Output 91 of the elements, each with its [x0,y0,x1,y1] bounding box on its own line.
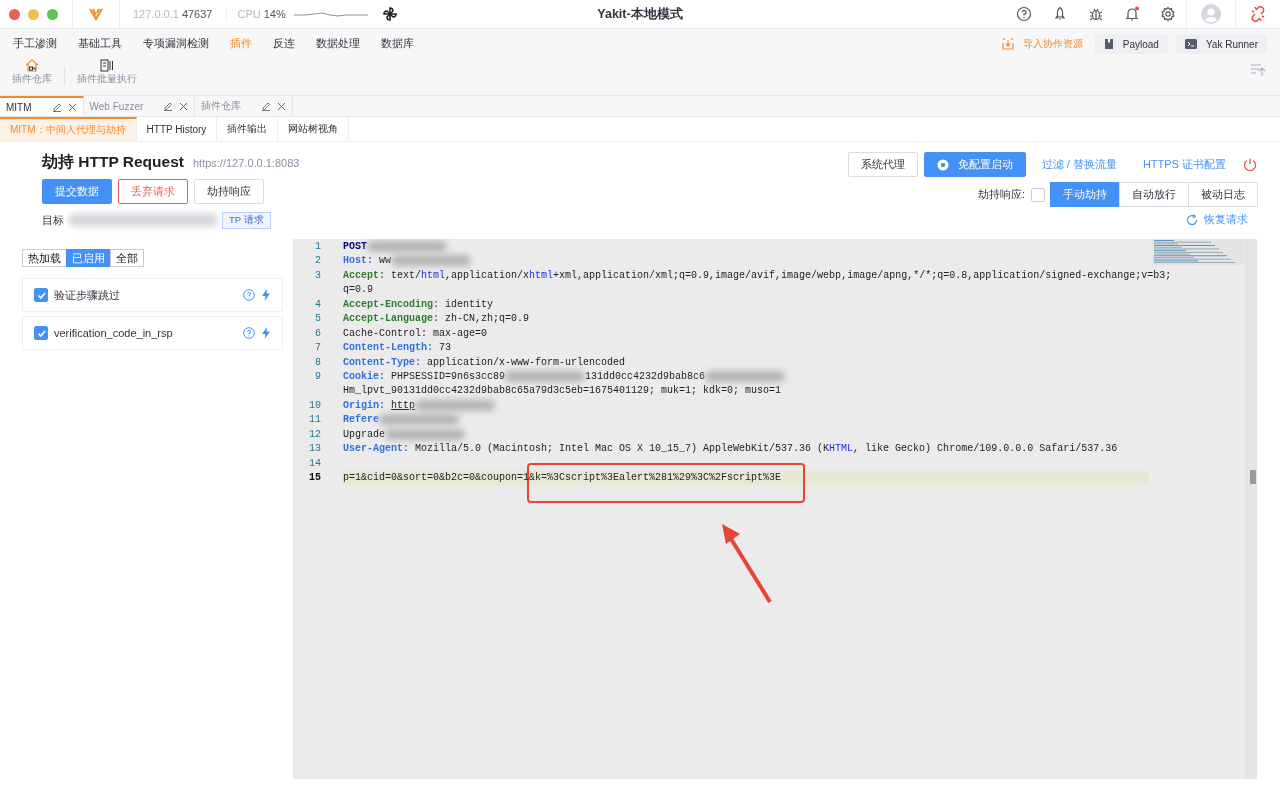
code-line: Host: ww [343,254,1149,269]
close-icon[interactable] [277,101,287,111]
browser-icon [936,158,949,171]
window-title: Yakit-本地模式 [597,6,683,21]
menu-item[interactable]: 反连 [273,37,295,51]
plugin-name: verification_code_in_rsp [54,327,174,339]
system-proxy-button[interactable]: 系统代理 [847,152,918,177]
store-house-icon [25,59,39,72]
maximize-button[interactable] [47,8,58,20]
download-tray-icon [1001,38,1014,50]
target-label: 目标 [42,212,64,228]
payload-button[interactable]: Payload [1094,34,1168,54]
line-number: 7 [314,341,321,356]
menu-item[interactable]: 专项漏洞检测 [143,37,209,51]
book-icon [1103,38,1114,50]
code-line: Refere [343,413,1149,428]
line-number: 3 [314,268,321,283]
hijack-response-button[interactable]: 劫持响应 [194,179,264,204]
code-line: q=0.9 [343,283,374,298]
help-icon[interactable] [1016,6,1032,22]
menu-item[interactable]: 手工渗测 [13,37,57,51]
page-tab[interactable]: MITM [0,96,84,116]
proxy-url: https://127.0.0.1:8083 [192,157,300,169]
line-number: 14 [308,456,321,471]
line-number: 13 [308,442,321,457]
terminal-icon [1184,38,1197,50]
power-icon[interactable] [1242,156,1258,173]
menu-item[interactable]: 数据处理 [316,37,360,51]
code-line: Accept-Language: zh-CN,zh;q=0.9 [343,312,531,327]
host-address: 127.0.0.1 [133,8,179,20]
line-number: 5 [314,312,321,327]
edit-pencil-icon[interactable] [51,102,62,112]
close-icon[interactable] [67,102,77,112]
mode-option[interactable]: 自动放行 [1119,182,1189,207]
line-number: 8 [314,355,321,370]
line-number: 4 [314,297,321,312]
code-line: Accept-Encoding: identity [343,297,495,312]
rocket-icon[interactable] [1052,6,1068,22]
filter-option[interactable]: 全部 [110,249,144,267]
close-button[interactable] [9,8,20,20]
plugin-checkbox[interactable] [34,326,48,340]
cpu-value: 14% [263,8,286,20]
broken-link-icon[interactable] [1250,6,1266,22]
filter-option[interactable]: 热加载 [22,249,67,267]
menu-item[interactable]: 基础工具 [78,37,122,51]
code-line: Hm_lpvt_90131dd0cc4232d9bab8c65a79d3c5eb=1675401129; muk=1; kdk=0; muso=1 [343,384,783,399]
code-line: Content-Type: application/x-www-form-urlencoded [343,355,627,370]
line-number: 6 [314,326,321,341]
batch-files-icon [100,59,114,72]
code-line: Origin: http [343,398,1149,414]
sub-tab[interactable]: HTTP History [136,117,218,141]
cpu-label: CPU [226,8,261,20]
close-icon[interactable] [179,101,189,111]
plugin-checkbox[interactable] [34,288,48,302]
sub-tab[interactable]: 网站树视角 [278,117,350,141]
notification-bell-icon[interactable] [1124,6,1140,22]
code-line: Cookie: PHPSESSID=9n6s3cc89 131dd0cc4232d9bab8c6 [343,369,1149,385]
page-title: 劫持 HTTP Request [42,152,184,172]
collapse-toolbar-icon[interactable] [1250,63,1266,77]
edit-pencil-icon[interactable] [261,101,272,111]
lightning-icon[interactable] [261,327,271,339]
code-line: User-Agent: Mozilla/5.0 (Macintosh; Intel Mac OS X 10_15_7) AppleWebKit/537.36 (KHTML, like Gecko) Chrome/109.0.0.0 Safari/537.36 [343,442,1119,457]
plugin-name: 验证步骤跳过 [54,287,121,303]
menu-item[interactable]: 数据库 [381,37,414,51]
code-line: Accept: text/html,application/xhtml+xml,application/xml;q=0.9,image/avif,image/webp,image/apng,*/*;q=0.8,application/signed-exchange;v=b3; [343,268,1172,283]
code-line: POST [343,240,1149,255]
hijack-response-label: 劫持响应: [977,187,1025,202]
request-type-tag: TP 请求 [222,211,271,229]
lightning-icon[interactable] [261,289,271,301]
pinwheel-icon[interactable] [381,6,398,22]
bug-icon[interactable] [1088,6,1104,22]
line-number: 12 [308,427,321,442]
refresh-icon [1186,213,1198,226]
hijack-response-checkbox[interactable] [1031,187,1045,202]
sub-tab[interactable]: 插件输出 [217,117,279,141]
settings-icon[interactable] [1160,6,1176,22]
line-number: 2 [314,254,321,269]
yak-runner-button[interactable]: Yak Runner [1175,34,1267,54]
mode-option[interactable]: 被动日志 [1188,182,1258,207]
line-number: 9 [314,369,321,384]
line-number: 10 [308,398,321,413]
port-number: 47637 [181,8,213,20]
code-line: Cache-Control: max-age=0 [343,326,489,341]
line-number: 1 [314,240,321,254]
edit-pencil-icon[interactable] [163,101,174,111]
line-number: 15 [308,471,321,485]
discard-button[interactable]: 丢弃请求 [118,179,188,204]
line-number: 11 [308,413,321,428]
yakit-logo [89,7,103,21]
code-line: Upgrade [343,427,1149,443]
code-line: Content-Length: 73 [343,341,453,356]
